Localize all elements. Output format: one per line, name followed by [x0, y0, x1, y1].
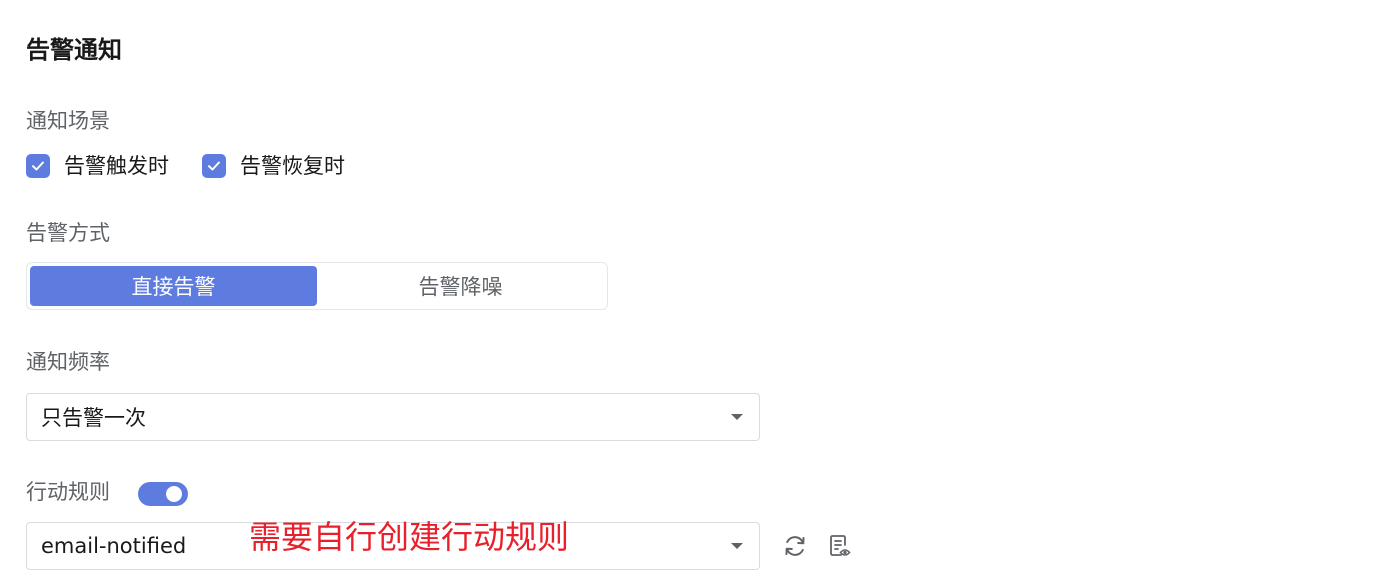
section-title: 告警通知: [26, 36, 122, 64]
annotation-text: 需要自行创建行动规则: [249, 518, 570, 556]
alarm-notification-panel: 告警通知 通知场景 告警触发时 告警恢复时 告警方式 直接告警 告警降噪 通知频…: [0, 0, 1391, 585]
action-rule-label: 行动规则: [26, 480, 110, 504]
notify-frequency-select[interactable]: 只告警一次: [26, 393, 760, 441]
caret-down-icon: [731, 414, 743, 420]
checkbox-label: 告警恢复时: [240, 154, 345, 178]
alarm-mode-label: 告警方式: [26, 221, 110, 245]
notify-frequency-label: 通知频率: [26, 350, 110, 374]
segment-noise-reduction[interactable]: 告警降噪: [317, 266, 604, 306]
refresh-icon[interactable]: [781, 532, 809, 560]
select-value: email-notified: [41, 534, 187, 558]
notify-scene-options: 告警触发时 告警恢复时: [26, 152, 378, 180]
checkbox-alarm-recovered[interactable]: 告警恢复时: [202, 152, 345, 180]
select-value: 只告警一次: [41, 406, 146, 430]
caret-down-icon: [731, 543, 743, 549]
checkbox-alarm-triggered[interactable]: 告警触发时: [26, 152, 169, 180]
toggle-knob: [166, 486, 182, 502]
action-rule-toggle[interactable]: [138, 482, 188, 506]
check-icon: [202, 154, 226, 178]
check-icon: [26, 154, 50, 178]
notify-scene-label: 通知场景: [26, 109, 110, 133]
segment-direct-alarm[interactable]: 直接告警: [30, 266, 317, 306]
checkbox-label: 告警触发时: [64, 154, 169, 178]
alarm-mode-segmented-control: 直接告警 告警降噪: [26, 262, 608, 310]
document-eye-icon[interactable]: [826, 532, 854, 560]
